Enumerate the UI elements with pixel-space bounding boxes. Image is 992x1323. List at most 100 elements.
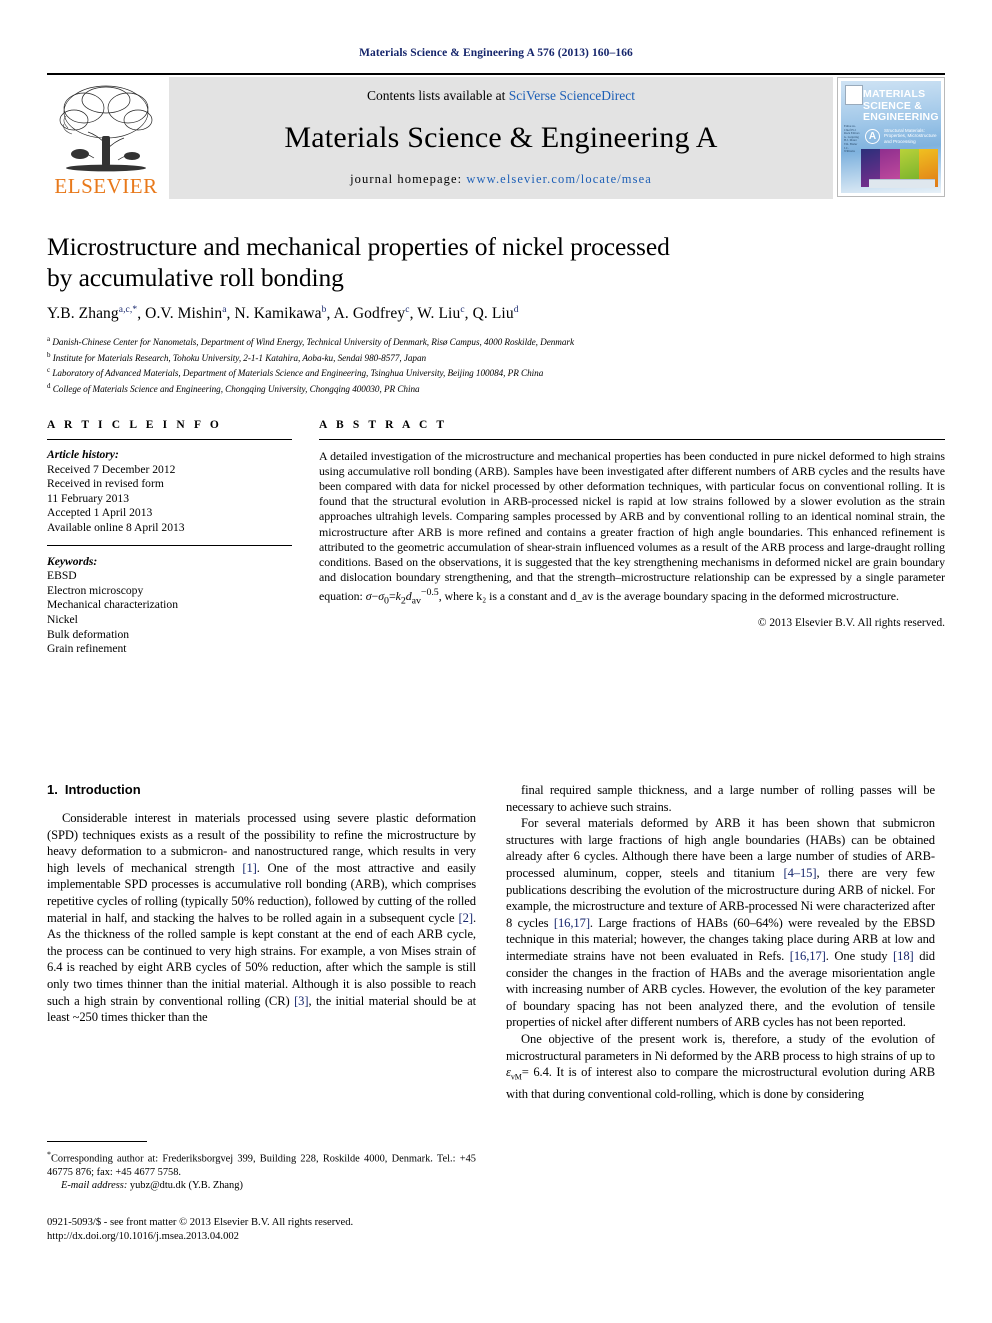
email-label: E-mail address: [61,1180,128,1192]
doi-link[interactable]: http://dx.doi.org/10.1016/j.msea.2013.04… [47,1230,567,1244]
body-column-left: 1. Introduction Considerable interest in … [47,782,476,1103]
author-1-affiliation-marker: a,c,* [118,305,138,315]
abstract-text-part2: , where k₂ is a constant and d_av is the… [438,588,899,603]
affiliation-c-marker: c [47,366,51,375]
contents-available-line: Contents lists available at SciVerse Sci… [367,88,635,104]
cover-series-letter: A [865,129,880,144]
citation-ref[interactable]: [16,17] [554,916,590,930]
intro-paragraph-right-2: For several materials deformed by ARB it… [506,816,935,1030]
keyword-6: Grain refinement [47,642,127,656]
affiliation-c: c Laboratory of Advanced Materials, Depa… [47,364,945,379]
keywords-label: Keywords: [47,554,98,568]
journal-cover-thumbnail: MATERIALS SCIENCE & ENGINEERING A Struct… [837,77,945,197]
author-5-affiliation-marker: c [460,305,465,315]
history-item-3: 11 February 2013 [47,491,129,505]
article-info-rule [47,439,292,441]
affiliation-list: a Danish-Chinese Center for Nanometals, … [47,333,945,395]
author-4-affiliation-marker: c [405,305,410,315]
intro-paragraph-right-1: final required sample thickness, and a l… [506,783,935,814]
running-head: Materials Science & Engineering A 576 (2… [359,47,633,59]
email-address-link[interactable]: yubz@dtu.dk [130,1180,186,1191]
author-2-affiliation-marker: a [222,305,227,315]
journal-homepage-line: journal homepage: www.elsevier.com/locat… [350,172,652,187]
contents-prefix: Contents lists available at [366,88,509,103]
info-abstract-row: A R T I C L E I N F O Article history: R… [47,419,945,657]
author-2-name: O.V. Mishin [145,305,223,323]
author-4: A. Godfreyc [334,305,410,322]
author-3: N. Kamikawab [234,305,326,322]
article-history: Article history: Received 7 December 201… [47,448,292,536]
abstract-equation: σ−σ0=k2dav−0.5 [365,586,439,607]
abstract-copyright: © 2013 Elsevier B.V. All rights reserved… [757,617,945,630]
affiliation-c-text: Laboratory of Advanced Materials, Depart… [52,368,544,379]
affiliation-b: b Institute for Materials Research, Toho… [47,349,945,364]
author-list: Y.B. Zhanga,c,*, O.V. Mishina, N. Kamika… [47,305,519,323]
author-6: Q. Liud [473,305,519,322]
history-item-1: Received 7 December 2012 [47,462,176,476]
affiliation-a-marker: a [47,335,51,344]
abstract-column: A B S T R A C T A detailed investigation… [319,419,945,657]
section-number: 1. [47,782,58,797]
author-6-name: Q. Liu [472,305,514,323]
history-item-5: Available online 8 April 2013 [47,521,185,534]
citation-ref[interactable]: [4–15] [783,866,816,880]
citation-ref[interactable]: [1] [242,861,256,875]
section-title-text: Introduction [64,782,141,797]
abstract-text: A detailed investigation of the microstr… [319,449,945,608]
article-history-label: Article history: [47,448,119,462]
title-line-1: Microstructure and mechanical properties… [47,232,670,261]
homepage-prefix: journal homepage: [350,172,467,186]
abstract-rule [319,439,945,441]
author-5: W. Liuc [417,305,464,322]
affiliation-a-text: Danish-Chinese Center for Nanometals, De… [52,337,574,348]
journal-banner: Contents lists available at SciVerse Sci… [169,77,833,199]
keyword-list: Keywords: EBSD Electron microscopy Mecha… [47,555,292,657]
citation-ref[interactable]: [18] [893,949,914,963]
affiliation-a: a Danish-Chinese Center for Nanometals, … [47,333,945,348]
homepage-url-link[interactable]: www.elsevier.com/locate/msea [466,172,652,186]
article-info-heading: A R T I C L E I N F O [47,419,222,432]
article-info-column: A R T I C L E I N F O Article history: R… [47,419,292,657]
author-6-affiliation-marker: d [513,305,519,315]
section-heading-introduction: 1. Introduction [47,782,476,797]
cover-title-line3: ENGINEERING [863,111,939,123]
body-columns: 1. Introduction Considerable interest in … [47,782,945,1103]
keyword-4: Nickel [47,612,78,626]
cover-publisher-logo-icon [845,85,863,105]
keyword-5: Bulk deformation [47,627,130,641]
imprint-block: 0921-5093/$ - see front matter © 2013 El… [47,1216,567,1243]
footnote-text: *Corresponding author at: Frederiksborgv… [47,1148,476,1179]
affiliation-d-marker: d [47,381,51,390]
imprint-frontmatter-line: 0921-5093/$ - see front matter © 2013 El… [47,1217,354,1228]
elsevier-logo: ELSEVIER [47,75,165,201]
affiliation-d: d College of Materials Science and Engin… [47,380,945,395]
cover-bottom-caption [869,179,935,188]
author-3-name: N. Kamikawa [234,305,322,323]
footnote-body: Corresponding author at: Frederiksborgve… [47,1153,476,1178]
title-line-2: by accumulative roll bonding [47,263,344,292]
history-item-2: Received in revised form [47,477,164,491]
elsevier-tree-icon [54,80,158,174]
keyword-1: EBSD [47,569,77,583]
citation-ref[interactable]: [3] [294,994,308,1008]
intro-paragraph-right-3: One objective of the present work is, th… [506,1031,935,1102]
cover-title-line1: MATERIALS [863,88,926,100]
cover-editor-list: Editor-in-Chief H.J. Rack Editors G. Lut… [844,124,860,154]
journal-title: Materials Science & Engineering A [284,121,718,154]
author-5-name: W. Liu [417,305,461,323]
sciencedirect-link[interactable]: SciVerse ScienceDirect [509,88,635,103]
keyword-2: Electron microscopy [47,583,144,597]
abstract-text-part1: A detailed investigation of the microstr… [319,449,945,603]
citation-ref[interactable]: [2] [459,911,473,925]
citation-ref[interactable]: [16,17] [790,949,826,963]
paper-page: Materials Science & Engineering A 576 (2… [0,0,992,1323]
history-item-4: Accepted 1 April 2013 [47,506,153,520]
author-3-affiliation-marker: b [321,305,327,315]
author-2: O.V. Mishina [145,305,226,322]
keyword-3: Mechanical characterization [47,598,178,612]
journal-masthead: ELSEVIER Contents lists available at Sci… [47,73,945,201]
affiliation-b-text: Institute for Materials Research, Tohoku… [52,352,427,363]
author-4-name: A. Godfrey [333,305,406,323]
page-title: Microstructure and mechanical properties… [47,231,945,293]
footnote-rule [47,1141,147,1142]
